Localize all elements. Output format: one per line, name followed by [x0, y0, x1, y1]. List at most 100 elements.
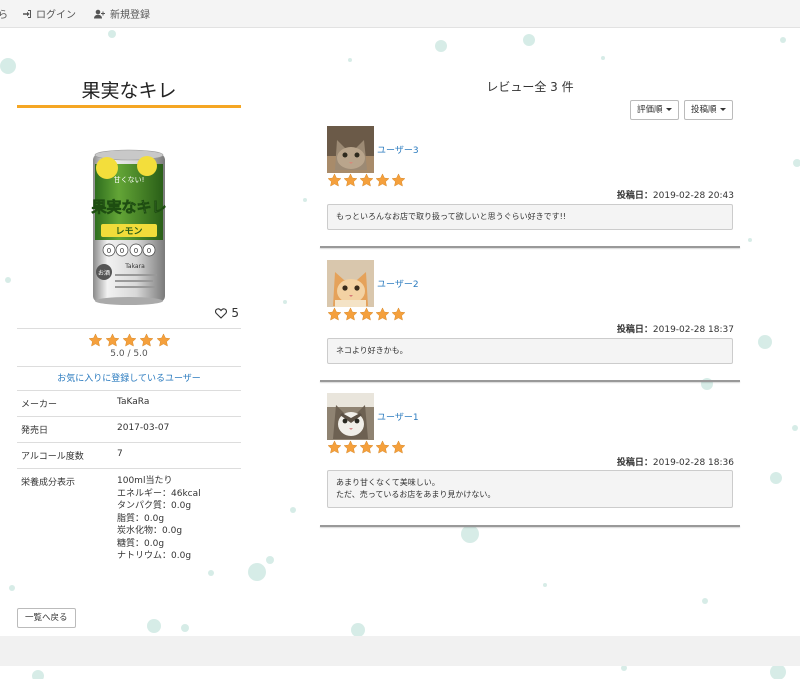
- spec-key: アルコール度数: [21, 452, 84, 462]
- review-comment: もっといろんなお店で取り扱って欲しいと思うぐらい好きです!!: [327, 204, 733, 230]
- can-zero-3: 0: [134, 247, 138, 255]
- review-comment: あまり甘くなくて美味しい。 ただ、売っているお店をあまり見かけない。: [327, 470, 733, 508]
- spec-value: 2017-03-07: [117, 423, 170, 433]
- review-user-link[interactable]: ユーザー2: [377, 277, 419, 290]
- register-link[interactable]: 新規登録: [94, 6, 150, 21]
- star-icon: [391, 440, 406, 454]
- sort-by-rating-label: 評価順: [637, 105, 663, 115]
- star-icon: [359, 307, 374, 321]
- star-icon: [327, 307, 342, 321]
- caret-down-icon: [665, 108, 672, 111]
- spec-key: 栄養成分表示: [21, 478, 76, 488]
- review-date: 投稿日：2019-02-28 18:36: [617, 455, 734, 468]
- user-avatar[interactable]: [327, 393, 374, 440]
- star-icon: [104, 333, 120, 347]
- review-user-link[interactable]: ユーザー1: [377, 410, 419, 423]
- can-badge: お酒: [98, 269, 110, 277]
- sort-by-rating-button[interactable]: 評価順: [630, 100, 679, 120]
- star-icon: [359, 173, 374, 187]
- back-to-list-button[interactable]: 一覧へ戻る: [17, 608, 76, 628]
- sort-by-date-label: 投稿順: [691, 105, 717, 115]
- star-icon: [343, 173, 358, 187]
- review-date: 投稿日：2019-02-28 18:37: [617, 322, 734, 335]
- can-zero-1: 0: [107, 247, 111, 255]
- star-icon: [391, 307, 406, 321]
- comment-line: もっといろんなお店で取り扱って欲しいと思うぐらい好きです!!: [336, 212, 567, 221]
- review-divider: [320, 380, 740, 382]
- can-flavor: レモン: [115, 226, 142, 237]
- caret-down-icon: [719, 108, 726, 111]
- reviews-header: レビュー全 3 件: [486, 80, 574, 94]
- favorite-users-link[interactable]: お気に入りに登録しているユーザー: [17, 366, 241, 390]
- review-date: 投稿日：2019-02-28 20:43: [617, 188, 734, 201]
- spec-row-maker: メーカー TaKaRa: [17, 390, 241, 416]
- heart-icon: [215, 307, 228, 319]
- comment-line: ただ、売っているお店をあまり見かけない。: [336, 490, 496, 499]
- posted-label: 投稿日：: [616, 458, 653, 468]
- nutrition-line: エネルギー：46kcal: [117, 488, 201, 499]
- can-brand: 果実なキレ: [90, 198, 166, 216]
- can-zero-2: 0: [120, 247, 124, 255]
- comment-line: ネコより好きかも。: [336, 346, 408, 355]
- rating-score: 5.0 / 5.0: [110, 349, 148, 359]
- footer: [0, 636, 800, 666]
- like-count: 5: [231, 306, 239, 320]
- main-content: 果実なキレ 甘くない! 果実なキレ レモン 0 0 0 0 お酒 Takara …: [0, 28, 800, 636]
- star-icon: [155, 333, 171, 347]
- review-rating-stars: [327, 440, 407, 455]
- login-label: ログイン: [36, 10, 76, 21]
- spec-row-alcohol: アルコール度数 7: [17, 442, 241, 468]
- user-avatar[interactable]: [327, 126, 374, 173]
- posted-label: 投稿日：: [616, 325, 653, 335]
- star-icon: [327, 440, 342, 454]
- can-zero-4: 0: [147, 247, 151, 255]
- star-icon: [121, 333, 137, 347]
- review-divider: [320, 525, 740, 527]
- nav-item-cut[interactable]: ら: [0, 6, 8, 21]
- posted-label: 投稿日：: [616, 191, 653, 201]
- product-image: 甘くない! 果実なキレ レモン 0 0 0 0 お酒 Takara: [90, 149, 167, 305]
- nutrition-line: 炭水化物：0.0g: [117, 526, 183, 536]
- posted-date: 2019-02-28 18:37: [652, 325, 734, 335]
- star-icon: [391, 173, 406, 187]
- star-icon: [327, 173, 342, 187]
- review-rating-stars: [327, 173, 407, 188]
- can-tagline: 甘くない!: [114, 175, 145, 184]
- spec-key: メーカー: [21, 400, 58, 410]
- review-item: ユーザー2 投稿日：2019-02-28 18:37 ネコより好きかも。: [320, 260, 740, 382]
- star-icon: [343, 440, 358, 454]
- comment-line: あまり甘くなくて美味しい。: [336, 478, 440, 487]
- spec-value: 7: [117, 449, 123, 459]
- product-title: 果実なキレ: [17, 76, 241, 108]
- spec-value: TaKaRa: [117, 397, 150, 407]
- spec-key: 発売日: [21, 426, 49, 436]
- star-icon: [343, 307, 358, 321]
- nutrition-line: タンパク質：0.0g: [117, 501, 192, 511]
- nutrition-line: 100ml当たり: [117, 476, 173, 486]
- sort-by-date-button[interactable]: 投稿順: [684, 100, 733, 120]
- product-rating: 5.0 / 5.0: [17, 328, 241, 366]
- star-icon: [138, 333, 154, 347]
- posted-date: 2019-02-28 18:36: [652, 458, 734, 468]
- nutrition-line: 糖質：0.0g: [117, 538, 165, 549]
- star-icon: [375, 173, 390, 187]
- nutrition-line: ナトリウム：0.0g: [117, 551, 192, 561]
- nutrition-values: 100ml当たり エネルギー：46kcal タンパク質：0.0g 脂質：0.0g…: [117, 469, 241, 569]
- spec-row-nutrition: 栄養成分表示 100ml当たり エネルギー：46kcal タンパク質：0.0g …: [17, 468, 241, 569]
- navbar: ら ログイン 新規登録: [0, 0, 800, 28]
- review-user-link[interactable]: ユーザー3: [377, 143, 419, 156]
- login-link[interactable]: ログイン: [22, 6, 76, 21]
- review-comment: ネコより好きかも。: [327, 338, 733, 364]
- star-icon: [375, 307, 390, 321]
- spec-table: メーカー TaKaRa 発売日 2017-03-07 アルコール度数 7 栄養成…: [17, 390, 241, 569]
- register-label: 新規登録: [110, 10, 150, 21]
- review-rating-stars: [327, 307, 407, 322]
- can-maker: Takara: [124, 263, 145, 270]
- user-avatar[interactable]: [327, 260, 374, 307]
- user-plus-icon: [94, 9, 105, 18]
- nutrition-line: 脂質：0.0g: [117, 513, 165, 524]
- like-counter[interactable]: 5: [215, 306, 239, 320]
- star-icon: [87, 333, 103, 347]
- product-rating-stars: [17, 333, 241, 348]
- star-icon: [359, 440, 374, 454]
